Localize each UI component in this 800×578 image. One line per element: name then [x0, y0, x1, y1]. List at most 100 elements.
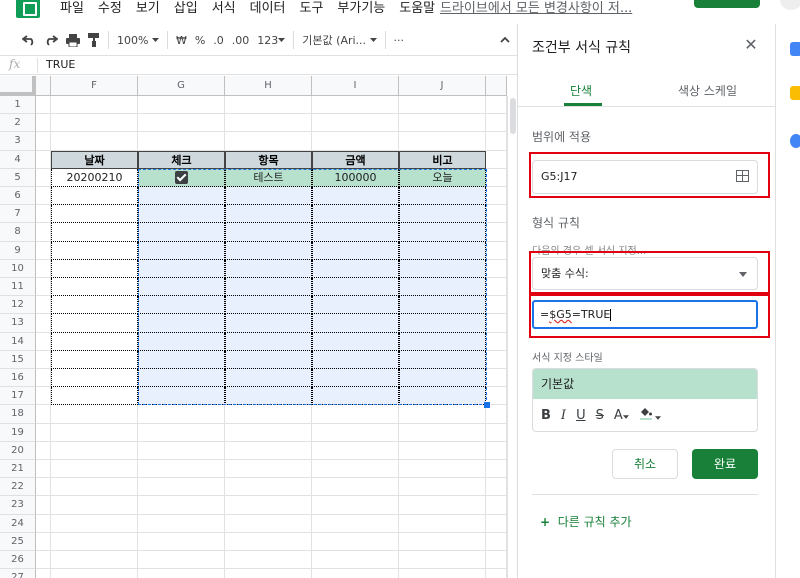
grid-cell[interactable]	[138, 532, 225, 551]
row-header[interactable]: 22	[0, 478, 36, 497]
grid-cell[interactable]	[312, 296, 399, 315]
bold-button[interactable]: B	[541, 408, 551, 423]
grid-cell[interactable]	[399, 551, 486, 570]
grid-cell[interactable]	[138, 314, 225, 333]
grid-cell[interactable]	[51, 460, 138, 479]
font-select[interactable]: 기본값 (Ari...	[298, 29, 380, 51]
menu-data[interactable]: 데이터	[250, 0, 286, 20]
grid-cell[interactable]	[36, 532, 51, 551]
column-header[interactable]: H	[225, 76, 312, 96]
grid-cell[interactable]	[51, 223, 138, 242]
grid-cell[interactable]	[486, 569, 507, 578]
column-header[interactable]: G	[138, 76, 225, 96]
grid-cell[interactable]	[225, 314, 312, 333]
grid-cell[interactable]	[225, 369, 312, 388]
grid-cell[interactable]	[486, 332, 507, 351]
grid-cell[interactable]	[36, 551, 51, 570]
grid-cell[interactable]	[225, 387, 312, 406]
grid-cell[interactable]	[312, 187, 399, 206]
grid-cell[interactable]	[225, 478, 312, 497]
date-cell[interactable]: 20200210	[51, 168, 138, 187]
grid-cell[interactable]	[486, 278, 507, 297]
grid-cell[interactable]	[36, 114, 51, 133]
grid-cell[interactable]	[312, 514, 399, 533]
grid-cell[interactable]	[36, 96, 51, 115]
grid-cell[interactable]	[486, 223, 507, 242]
redo-icon[interactable]	[40, 29, 62, 51]
grid-cell[interactable]	[36, 369, 51, 388]
row-header[interactable]: 16	[0, 369, 36, 388]
grid-cell[interactable]	[312, 441, 399, 460]
grid-cell[interactable]	[36, 405, 51, 424]
text-color-button[interactable]: A	[614, 408, 629, 423]
menu-file[interactable]: 파일	[60, 0, 84, 20]
account-avatar[interactable]	[780, 0, 800, 10]
grid-cell[interactable]	[36, 569, 51, 578]
grid-cell[interactable]	[51, 132, 138, 151]
row-header[interactable]: 14	[0, 332, 36, 351]
grid-cell[interactable]	[225, 460, 312, 479]
spreadsheet-grid[interactable]: F G H I J 1 2 3 4 날짜 체크 항목 금액 비고 5 20200210 테스트 100000 오늘 6…	[0, 76, 517, 578]
cancel-button[interactable]: 취소	[612, 449, 678, 479]
grid-cell[interactable]	[312, 369, 399, 388]
grid-cell[interactable]	[138, 496, 225, 515]
grid-cell[interactable]	[312, 332, 399, 351]
table-header-cell[interactable]: 금액	[312, 150, 399, 169]
grid-cell[interactable]	[486, 478, 507, 497]
grid-cell[interactable]	[51, 405, 138, 424]
grid-cell[interactable]	[36, 278, 51, 297]
row-header[interactable]: 18	[0, 405, 36, 424]
grid-cell[interactable]	[225, 441, 312, 460]
grid-cell[interactable]	[138, 569, 225, 578]
grid-cell[interactable]	[312, 460, 399, 479]
grid-cell[interactable]	[51, 241, 138, 260]
grid-cell[interactable]	[399, 423, 486, 442]
grid-cell[interactable]	[312, 278, 399, 297]
grid-cell[interactable]	[51, 423, 138, 442]
row-header[interactable]: 25	[0, 532, 36, 551]
grid-cell[interactable]	[51, 314, 138, 333]
grid-cell[interactable]	[36, 460, 51, 479]
formula-bar-input[interactable]: TRUE	[46, 58, 75, 71]
grid-cell[interactable]	[312, 223, 399, 242]
row-header[interactable]: 19	[0, 423, 36, 442]
grid-cell[interactable]	[399, 478, 486, 497]
row-header[interactable]: 12	[0, 296, 36, 315]
grid-cell[interactable]	[36, 132, 51, 151]
grid-cell[interactable]	[138, 441, 225, 460]
row-header[interactable]: 3	[0, 132, 36, 151]
menu-tools[interactable]: 도구	[300, 0, 324, 20]
grid-cell[interactable]	[51, 96, 138, 115]
grid-cell[interactable]	[225, 96, 312, 115]
grid-cell[interactable]	[399, 314, 486, 333]
grid-cell[interactable]	[138, 460, 225, 479]
grid-cell[interactable]	[51, 551, 138, 570]
currency-format-button[interactable]: ₩	[172, 29, 191, 51]
grid-cell[interactable]	[51, 350, 138, 369]
save-status-link[interactable]: 드라이브에서 모든 변경사항이 저...	[440, 0, 632, 18]
column-header[interactable]: J	[399, 76, 486, 96]
grid-cell[interactable]	[225, 241, 312, 260]
grid-cell[interactable]	[399, 532, 486, 551]
grid-cell[interactable]	[399, 569, 486, 578]
row-header[interactable]: 11	[0, 278, 36, 297]
grid-cell[interactable]	[51, 532, 138, 551]
grid-cell[interactable]	[399, 114, 486, 133]
grid-cell[interactable]	[36, 387, 51, 406]
grid-cell[interactable]	[225, 114, 312, 133]
percent-format-button[interactable]: %	[191, 29, 209, 51]
grid-cell[interactable]	[138, 132, 225, 151]
column-header[interactable]: F	[51, 76, 138, 96]
grid-cell[interactable]	[399, 350, 486, 369]
grid-cell[interactable]	[399, 369, 486, 388]
grid-cell[interactable]	[138, 96, 225, 115]
grid-cell[interactable]	[486, 314, 507, 333]
grid-cell[interactable]	[225, 405, 312, 424]
checkbox-cell[interactable]	[138, 168, 225, 187]
checkbox-checked-icon[interactable]	[175, 171, 188, 185]
grid-cell[interactable]	[138, 223, 225, 242]
menu-edit[interactable]: 수정	[98, 0, 122, 20]
grid-cell[interactable]	[51, 478, 138, 497]
column-header[interactable]	[486, 76, 507, 96]
grid-cell[interactable]	[312, 96, 399, 115]
